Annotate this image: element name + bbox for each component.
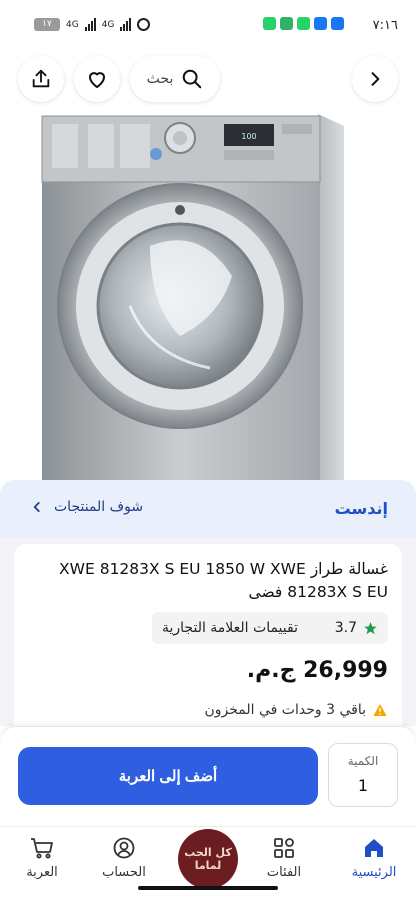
details-card: غسالة طراز XWE 81283X S EU 1850 W XWE 81… [14, 544, 402, 728]
star-icon [364, 621, 377, 634]
warning-icon [373, 704, 387, 716]
home-indicator [138, 886, 278, 890]
chevron-left-icon [33, 502, 40, 512]
quantity-label: الكمية [347, 754, 379, 768]
brand-name[interactable]: إندست [335, 499, 388, 518]
notification-icons [263, 17, 344, 30]
promo-badge[interactable]: كل الحب لماما [178, 829, 238, 889]
clock: ٧:١٦ [372, 18, 398, 33]
cart-icon [31, 838, 53, 859]
facebook-icon [314, 17, 327, 30]
add-to-cart-button[interactable]: أضف إلى العربة [18, 747, 318, 805]
home-icon [365, 839, 383, 857]
whatsapp-icon [263, 17, 276, 30]
promo-line-1: كل الحب [184, 846, 232, 859]
quantity-value: 1 [357, 776, 369, 795]
nav-account-label: الحساب [102, 865, 146, 880]
status-bar: ١٧ 4G 4G ٧:١٦ [0, 0, 416, 52]
share-button[interactable] [18, 56, 64, 102]
quantity-selector[interactable]: الكمية 1 [328, 743, 398, 807]
search-button[interactable]: بحث [130, 56, 220, 102]
rating-chip[interactable]: 3.7 تقييمات العلامة التجارية [152, 612, 388, 644]
nav-account[interactable]: الحساب [84, 835, 164, 880]
back-button[interactable] [352, 56, 398, 102]
messenger-icon [331, 17, 344, 30]
product-title: غسالة طراز XWE 81283X S EU 1850 W XWE 81… [59, 560, 388, 601]
washing-machine-illustration: 100 [41, 114, 344, 480]
user-icon [113, 837, 135, 859]
brand-bar: إندست شوف المنتجات [0, 480, 416, 538]
alarm-icon [137, 18, 151, 31]
see-products-label: شوف المنتجات [54, 499, 144, 515]
nav-home-label: الرئيسية [351, 865, 397, 880]
nav-cart[interactable]: العربة [2, 835, 82, 880]
battery-indicator: ١٧ [34, 18, 60, 31]
signal-bars-icon [84, 18, 96, 31]
see-products-link[interactable]: شوف المنتجات [30, 499, 143, 515]
heart-icon [89, 72, 105, 88]
rating-score-group: 3.7 [335, 620, 378, 636]
search-label: بحث [146, 71, 174, 87]
panel-display: 100 [241, 132, 256, 141]
rating-score: 3.7 [334, 620, 357, 636]
network-type-1: 4G [66, 19, 79, 30]
top-nav: بحث [0, 52, 416, 106]
product-image[interactable]: 100 [0, 106, 416, 480]
categories-icon [274, 838, 294, 858]
cart-section: أضف إلى العربة الكمية 1 [0, 726, 416, 826]
bottom-nav: الرئيسية الفئات كل الحب لماما الحساب الع… [0, 826, 416, 896]
favorite-button[interactable] [74, 56, 120, 102]
promo-line-2: لماما [194, 859, 222, 872]
rating-label: تقييمات العلامة التجارية [162, 620, 298, 636]
whatsapp-icon [297, 17, 310, 30]
network-type-2: 4G [101, 19, 115, 30]
nav-home[interactable]: الرئيسية [334, 835, 414, 880]
message-icon [280, 17, 293, 30]
stock-text: باقي 3 وحدات في المخزون [204, 702, 366, 718]
nav-categories-label: الفئات [266, 865, 302, 880]
nav-categories[interactable]: الفئات [244, 835, 324, 880]
chevron-right-icon [371, 72, 380, 86]
stock-status: باقي 3 وحدات في المخزون [204, 702, 388, 718]
price: 26,999 ج.م. [246, 658, 388, 683]
nav-cart-label: العربة [26, 865, 58, 880]
share-icon [32, 69, 50, 88]
status-left: ١٧ 4G 4G [34, 18, 151, 31]
product-details: غسالة طراز XWE 81283X S EU 1850 W XWE 81… [0, 538, 416, 728]
search-icon [183, 69, 202, 89]
signal-bars-icon [120, 18, 132, 31]
